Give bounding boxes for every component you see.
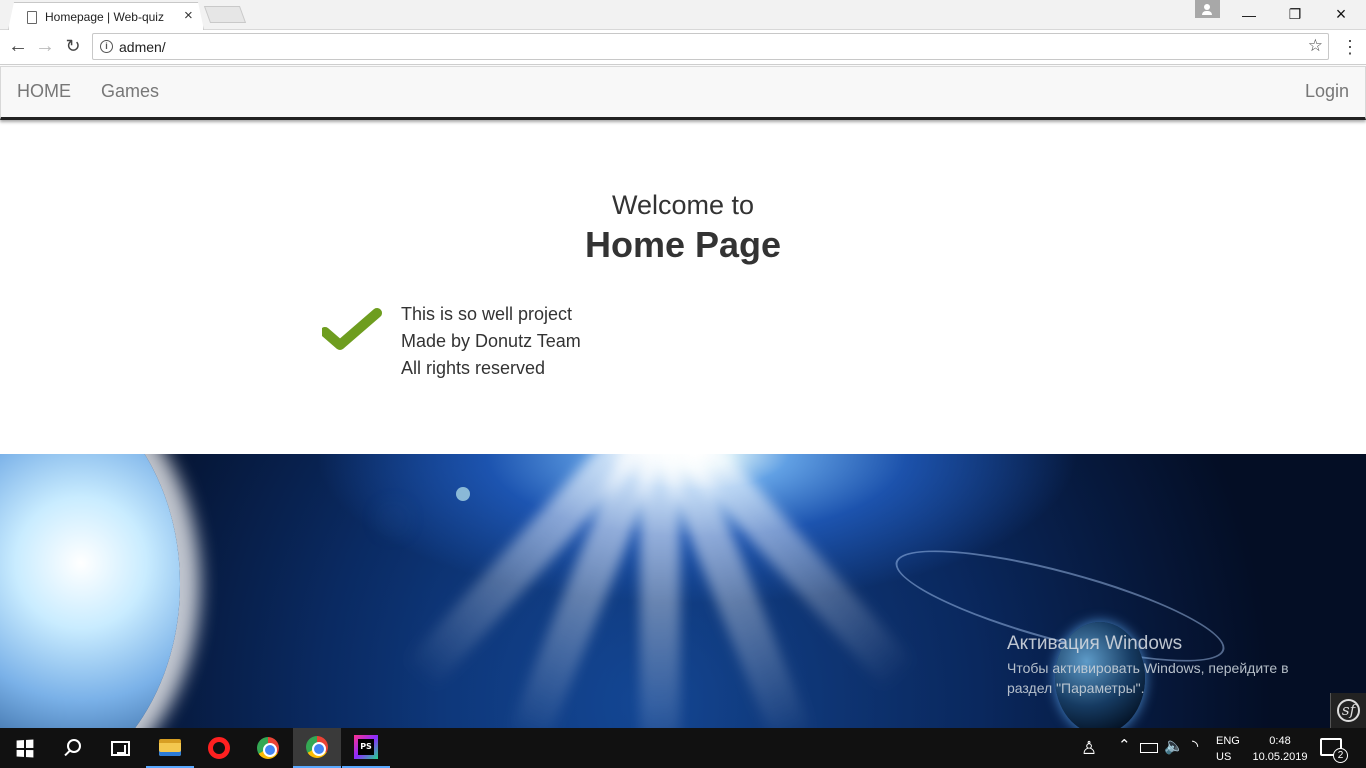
windows-taskbar: ♙ ⌃ 🔈 ◝ ENG US 0:48 10.05.2019 2 — [0, 728, 1366, 768]
language-indicator[interactable]: ENG US — [1216, 733, 1240, 765]
volume-icon[interactable]: 🔈 — [1164, 736, 1184, 756]
browser-toolbar: ← → ↻ i admen/ ☆ ⋮ — [0, 30, 1366, 65]
file-explorer-button[interactable] — [146, 728, 194, 768]
opera-icon — [208, 737, 230, 759]
url-text: admen/ — [119, 39, 166, 55]
bookmark-star-icon[interactable]: ☆ — [1308, 36, 1323, 56]
login-link[interactable]: Login — [1305, 81, 1349, 102]
browser-title-bar: Homepage | Web-quiz × — ❐ × — [0, 0, 1366, 30]
keyboard-layout: US — [1216, 751, 1232, 763]
windows-icon — [16, 738, 33, 758]
windows-activation-text: Чтобы активировать Windows, перейдите в … — [1007, 660, 1289, 696]
games-link[interactable]: Games — [101, 81, 159, 102]
close-window-button[interactable]: × — [1318, 0, 1364, 29]
windows-activation-title: Активация Windows — [1007, 633, 1183, 654]
earth-illustration — [0, 454, 180, 728]
chrome-button[interactable] — [244, 728, 292, 768]
battery-icon[interactable] — [1140, 743, 1158, 753]
welcome-text: Welcome to — [611, 190, 755, 220]
symfony-toolbar-toggle[interactable]: sf — [1330, 693, 1366, 728]
info-icon[interactable]: i — [100, 40, 113, 53]
checkmark-icon — [322, 308, 382, 350]
browser-menu-icon[interactable]: ⋮ — [1341, 37, 1359, 58]
browser-tab[interactable]: Homepage | Web-quiz × — [8, 2, 204, 30]
minimize-button[interactable]: — — [1226, 0, 1272, 29]
small-planet — [456, 487, 470, 501]
rights-line: All rights reserved — [401, 358, 546, 378]
phpstorm-icon — [354, 735, 378, 759]
language-code: ENG — [1216, 735, 1240, 747]
space-banner-image: Активация Windows Чтобы активировать Win… — [0, 454, 1366, 728]
profile-icon[interactable] — [1195, 0, 1220, 18]
back-button[interactable]: ← — [7, 35, 29, 57]
project-description-line: This is so well project — [401, 304, 573, 324]
time: 0:48 — [1269, 735, 1291, 747]
task-view-icon — [110, 740, 130, 756]
close-tab-icon[interactable]: × — [184, 7, 193, 24]
phpstorm-button[interactable] — [342, 728, 390, 768]
start-button[interactable] — [0, 728, 48, 768]
hidden-icons-chevron-icon[interactable]: ⌃ — [1118, 736, 1131, 754]
page-title: Home Page — [584, 224, 782, 265]
page-icon — [27, 11, 37, 24]
active-chrome-button[interactable] — [293, 728, 341, 768]
chrome-icon — [306, 736, 328, 758]
search-button[interactable] — [48, 728, 96, 768]
team-credit-line: Made by Donutz Team — [401, 331, 581, 351]
reload-button[interactable]: ↻ — [62, 35, 84, 57]
network-icon[interactable]: ◝ — [1192, 736, 1198, 756]
restore-button[interactable]: ❐ — [1272, 0, 1318, 29]
taskbar-clock[interactable]: 0:48 10.05.2019 — [1252, 733, 1308, 765]
folder-icon — [159, 738, 181, 756]
task-view-button[interactable] — [96, 728, 144, 768]
new-tab-button[interactable] — [203, 6, 247, 23]
chrome-icon — [257, 737, 279, 759]
home-link[interactable]: HOME — [17, 81, 71, 102]
site-navigation: HOME Games Login — [0, 66, 1366, 120]
people-icon[interactable]: ♙ — [1081, 738, 1097, 759]
notification-count-badge: 2 — [1333, 748, 1348, 763]
date: 10.05.2019 — [1252, 751, 1308, 763]
search-icon — [67, 739, 81, 753]
forward-button[interactable]: → — [34, 35, 56, 57]
address-bar[interactable]: i admen/ ☆ — [92, 33, 1329, 60]
symfony-icon: sf — [1337, 699, 1360, 722]
opera-button[interactable] — [195, 728, 243, 768]
tab-title: Homepage | Web-quiz — [45, 10, 164, 24]
